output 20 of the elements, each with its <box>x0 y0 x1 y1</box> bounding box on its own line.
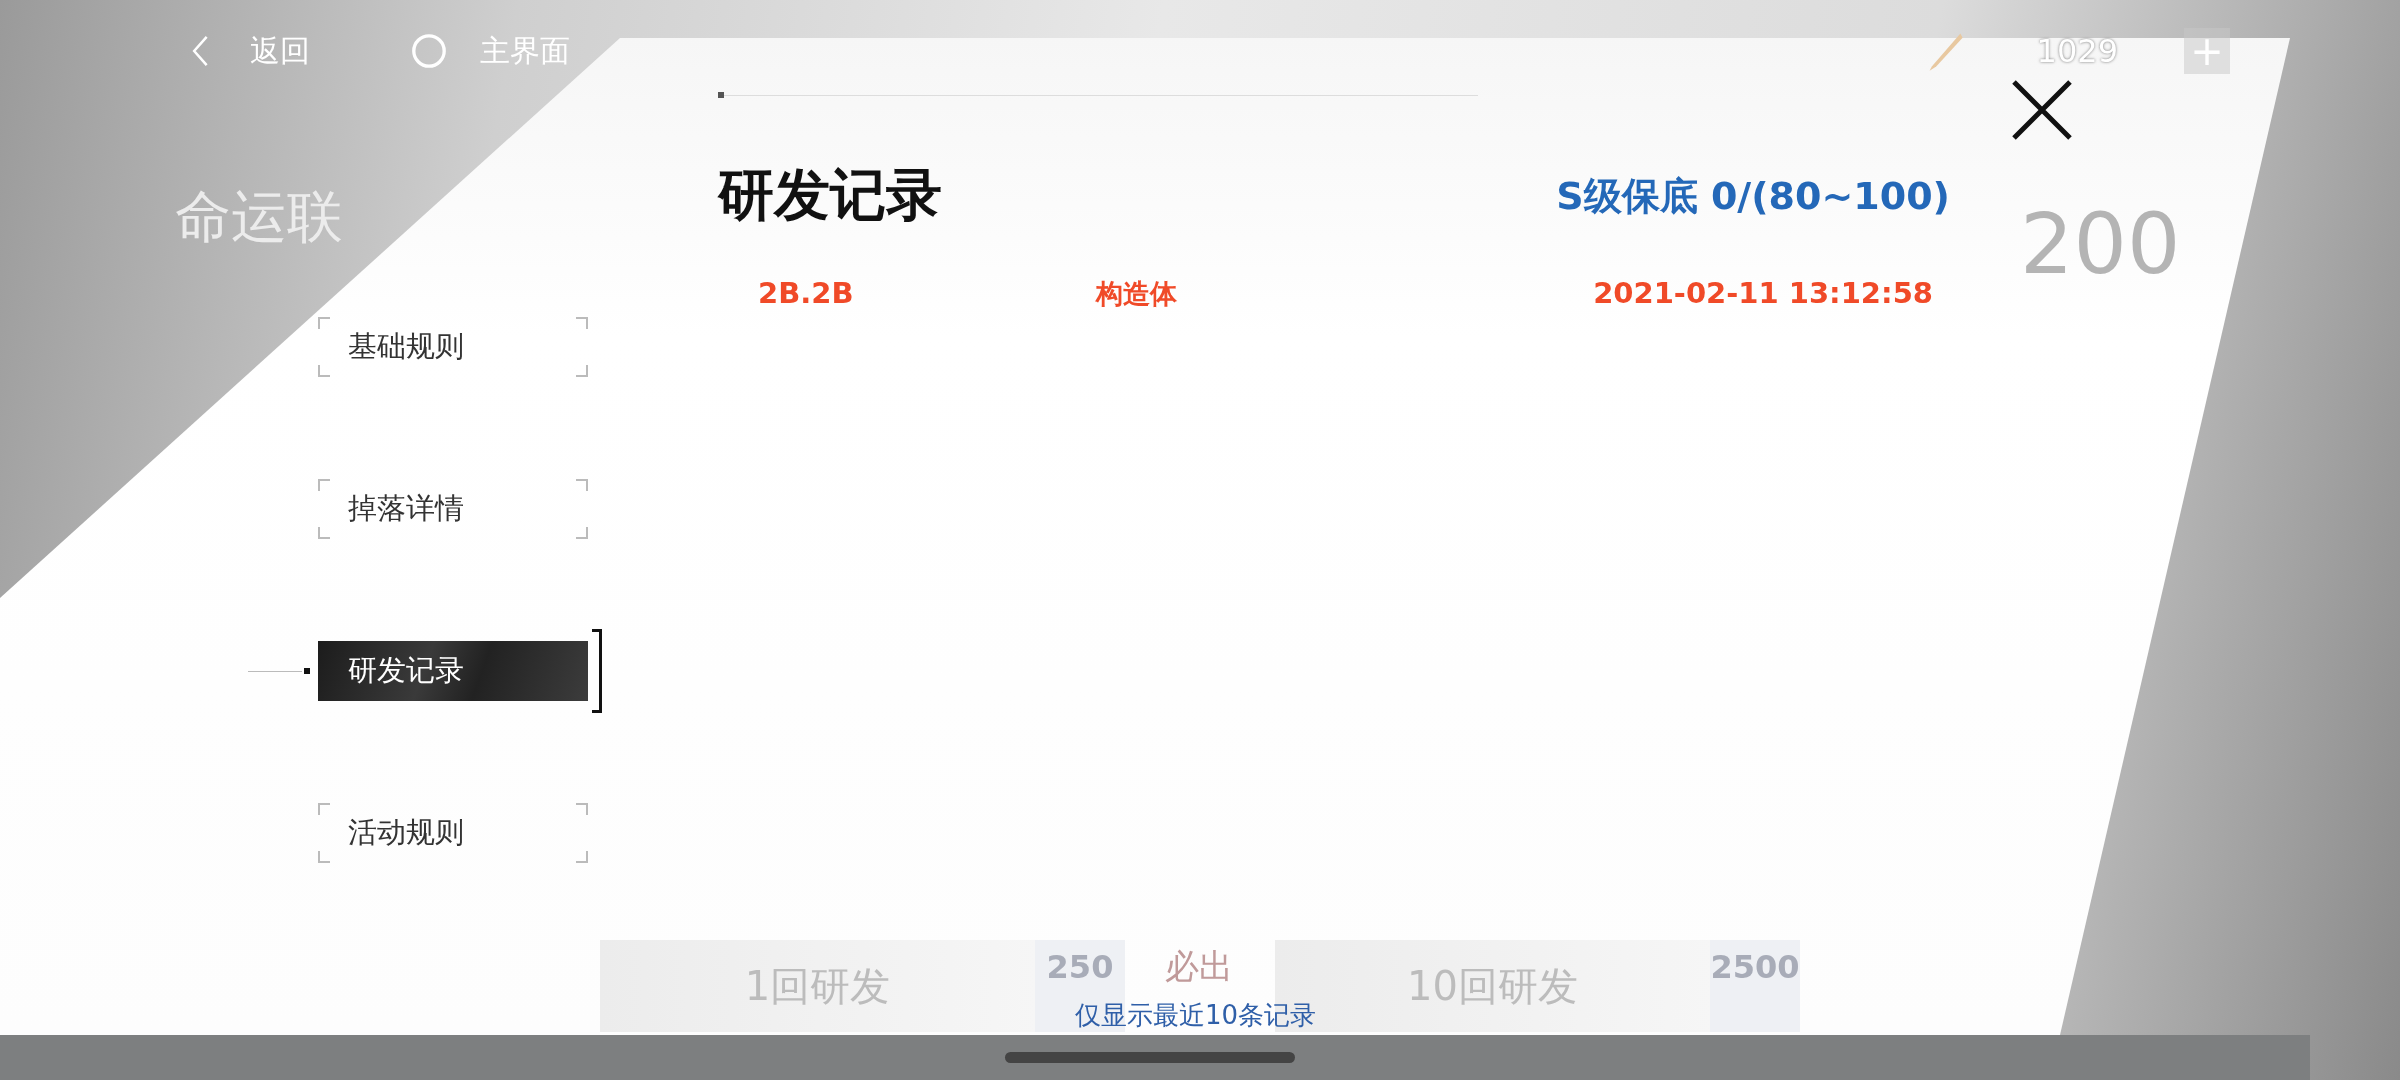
record-time: 2021-02-11 13:12:58 <box>1593 276 1933 312</box>
back-link[interactable]: 返回 <box>250 30 310 72</box>
add-button[interactable]: + <box>2184 28 2230 74</box>
home-icon[interactable] <box>410 32 448 70</box>
record-type: 构造体 <box>1096 277 1177 311</box>
menu-tab[interactable]: 研发记录 <box>318 641 588 701</box>
currency-amount: 1029 <box>2036 32 2118 70</box>
record-note: 仅显示最近10条记录 <box>1075 999 1317 1032</box>
pity-counter: S级保底 0/(80~100) <box>1556 172 1950 220</box>
back-icon[interactable] <box>190 34 210 68</box>
bracket-icon <box>592 629 602 713</box>
record-name: 2B.2B <box>758 276 855 312</box>
close-icon[interactable] <box>2010 78 2074 142</box>
menu-tab[interactable]: 掉落详情 <box>318 479 588 539</box>
panel-title: 研发记录 <box>718 161 942 229</box>
menu-tab[interactable]: 活动规则 <box>318 803 588 863</box>
guarantee-label: 必出 <box>1165 945 1233 988</box>
menu-tab[interactable]: 基础规则 <box>318 317 588 377</box>
cost-value: 200 <box>2020 195 2181 293</box>
price-tag: 2500 <box>1710 940 1800 1032</box>
